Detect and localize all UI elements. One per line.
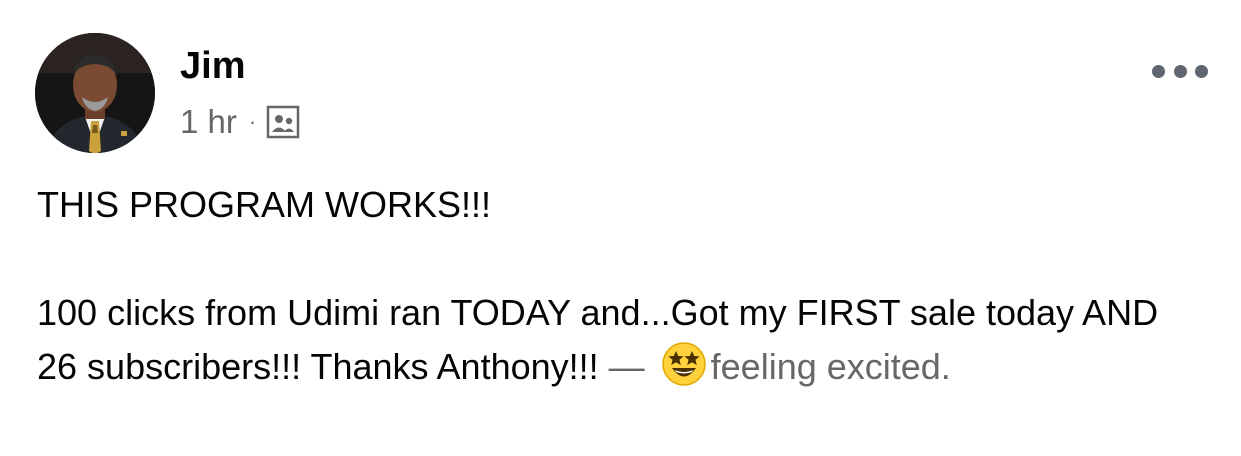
friends-photo-icon[interactable] — [266, 105, 300, 139]
post-meta: 1 hr · — [180, 100, 300, 144]
more-options-button[interactable] — [1152, 58, 1208, 84]
post-text-line: THIS PROGRAM WORKS!!! — [37, 184, 492, 225]
post-text-line: 100 clicks from Udimi ran TODAY and...Go… — [37, 292, 1159, 387]
more-options-icon — [1152, 64, 1165, 78]
author-avatar[interactable] — [35, 33, 155, 153]
more-options-icon — [1195, 64, 1208, 78]
feeling-dash: — — [598, 346, 655, 387]
avatar-image — [35, 33, 155, 153]
author-name[interactable]: Jim — [180, 42, 245, 90]
star-struck-emoji — [661, 341, 707, 387]
feeling-text[interactable]: feeling excited. — [711, 346, 951, 387]
post-timestamp[interactable]: 1 hr — [180, 103, 237, 141]
post-text-paragraph: 100 clicks from Udimi ran TODAY and...Go… — [37, 286, 1207, 394]
meta-separator: · — [248, 109, 257, 134]
post-body: THIS PROGRAM WORKS!!! 100 clicks from Ud… — [37, 178, 1207, 394]
more-options-icon — [1173, 64, 1187, 78]
